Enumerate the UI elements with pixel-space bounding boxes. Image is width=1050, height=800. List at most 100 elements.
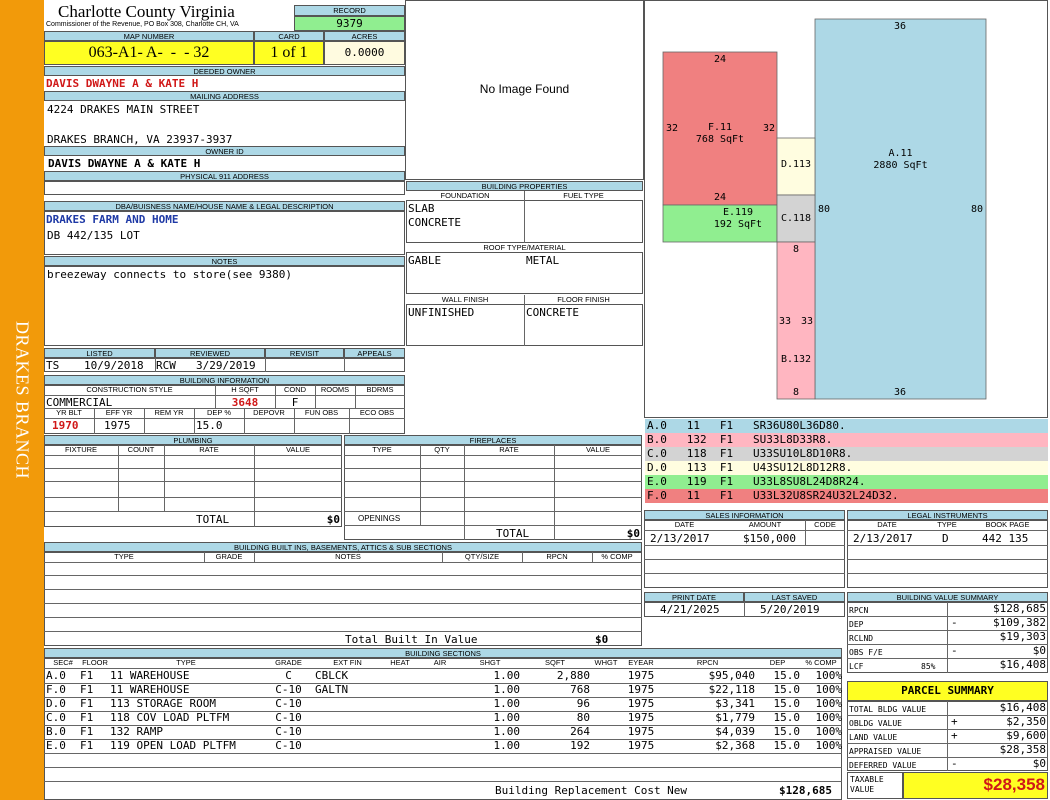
dim-label: 36	[893, 21, 907, 32]
sections-cell: 1.00	[493, 711, 521, 724]
last-saved-header: LAST SAVED	[744, 592, 845, 602]
dim-label: 24	[713, 54, 727, 65]
ps-label: LAND VALUE	[849, 733, 898, 742]
legal-instruments-header: LEGAL INSTRUMENTS	[847, 510, 1048, 520]
sections-cell: D.0	[46, 697, 66, 710]
sections-cell: $3,341	[715, 697, 755, 710]
vs-label: LCF	[849, 662, 864, 671]
ps-value: $2,350	[1006, 715, 1046, 728]
mailing-header: MAILING ADDRESS	[44, 91, 405, 101]
sections-col-header: DEP	[769, 658, 786, 667]
vs-value: $0	[1032, 644, 1046, 657]
sections-cell: 2,880	[556, 669, 590, 682]
ps-label: APPRAISED VALUE	[849, 747, 922, 756]
parcel-summary-title: PARCEL SUMMARY	[901, 684, 994, 697]
dep-value: 15.0	[196, 419, 223, 432]
sections-cell: F1	[80, 711, 94, 724]
sections-cell: 1.00	[493, 725, 521, 738]
fireplace-total: $0	[626, 527, 640, 540]
dim-label: 80	[971, 204, 984, 215]
sections-col-header: EXT FIN	[333, 658, 362, 667]
section-legend-f: F.0 11 F1 U33L32U8SR24U32L24D32.	[645, 489, 1048, 503]
sections-cell: $95,040	[708, 669, 755, 682]
legal-header: DBA/BUISNESS NAME/HOUSE NAME & LEGAL DES…	[44, 201, 405, 211]
sections-cell: 100%	[815, 725, 843, 738]
record-header: RECORD	[294, 5, 405, 16]
effyr-header: EFF YR	[105, 408, 133, 417]
sections-cell: 768	[570, 683, 590, 696]
replacement-cost-total: $128,685	[779, 784, 832, 797]
sections-col-header: RPCN	[696, 658, 719, 667]
plumbing-header: PLUMBING	[44, 435, 342, 445]
dim-label: 8	[792, 244, 800, 255]
dim-label: 36	[893, 387, 907, 398]
sections-cell: 100%	[815, 697, 843, 710]
sections-col-header: HEAT	[390, 658, 410, 667]
sections-cell: CBLCK	[315, 669, 349, 682]
vs-label: DEP	[849, 620, 864, 629]
depovr-header: DEPOVR	[253, 408, 285, 417]
sections-cell: 100%	[815, 683, 843, 696]
sections-cell: 100%	[815, 739, 843, 752]
roof-type: GABLE	[408, 254, 442, 267]
sections-cell: C.0	[46, 711, 66, 724]
sales-header: SALES INFORMATION	[644, 510, 845, 520]
dim-label: 33	[779, 316, 792, 327]
sections-cell: B.0	[46, 725, 66, 738]
sections-cell: $4,039	[715, 725, 755, 738]
wall-finish: UNFINISHED	[408, 306, 475, 319]
legal-type: D	[942, 532, 949, 545]
sections-cell: 1975	[627, 725, 655, 738]
yrblt-header: YR BLT	[56, 408, 82, 417]
sections-col-header: SHGT	[479, 658, 501, 667]
reviewed-header: REVIEWED	[155, 348, 265, 358]
sections-cell: 11 WAREHOUSE	[110, 669, 190, 682]
sections-col-header: % COMP	[805, 658, 837, 667]
sections-cell: 132 RAMP	[110, 725, 163, 738]
commissioner-line: Commissioner of the Revenue, PO Box 308,…	[46, 21, 239, 28]
reviewed-by: RCW	[156, 359, 176, 372]
sections-cell: 15.0	[773, 697, 801, 710]
remyr-header: REM YR	[154, 408, 184, 417]
sections-cell: 1975	[627, 739, 655, 752]
sections-cell: C-10	[275, 697, 302, 710]
ps-value: $0	[1032, 757, 1046, 770]
sections-cell: $1,779	[715, 711, 755, 724]
dim-label: 33	[801, 316, 814, 327]
listed-date: 10/9/2018	[84, 359, 144, 372]
section-legend-c: C.0 118 F1 U33SU10L8D10R8.	[645, 447, 1048, 461]
sections-cell: 192	[570, 739, 590, 752]
sections-cell: C-10	[275, 725, 302, 738]
vs-value: $109,382	[993, 616, 1046, 629]
foundation-1: SLAB	[408, 202, 435, 215]
area-c-label: C.118	[780, 213, 812, 224]
ps-value: $16,408	[999, 701, 1046, 714]
sections-col-header: SEC#	[53, 658, 73, 667]
sections-cell: 1.00	[493, 739, 521, 752]
last-saved: 5/20/2019	[760, 603, 820, 616]
area-a-label: A.11 2880 SqFt	[873, 148, 928, 171]
builtins-header: BUILDING BUILT INS, BASEMENTS, ATTICS & …	[44, 542, 642, 552]
plumbing-total-label: TOTAL	[196, 513, 230, 526]
record-value: 9379	[336, 17, 363, 30]
dim-label: 24	[713, 192, 727, 203]
taxable-label: TAXABLE VALUE	[850, 775, 884, 794]
vs-label: RCLND	[849, 634, 874, 643]
map-number-header: MAP NUMBER	[44, 31, 254, 41]
sections-cell: 100%	[815, 669, 843, 682]
ps-label: DEFERRED VALUE	[849, 761, 917, 770]
sections-cell: 15.0	[773, 711, 801, 724]
sections-cell: E.0	[46, 739, 66, 752]
sections-cell: F1	[80, 669, 94, 682]
section-legend-e: E.0 119 F1 U33L8SU8L24D8R24.	[645, 475, 1048, 489]
sections-cell: 118 COV LOAD PLTFM	[110, 711, 230, 724]
taxable-value: $28,358	[983, 775, 1045, 794]
address-line2: DRAKES BRANCH, VA 23937-3937	[47, 133, 233, 146]
no-image-text: No Image Found	[479, 82, 570, 96]
ps-value: $28,358	[999, 743, 1046, 756]
legal-date: 2/13/2017	[853, 532, 913, 545]
sections-cell: 1975	[627, 711, 655, 724]
sections-cell: C-10	[275, 711, 302, 724]
area-d-label: D.113	[780, 159, 812, 170]
fireplaces-header: FIREPLACES	[344, 435, 642, 445]
